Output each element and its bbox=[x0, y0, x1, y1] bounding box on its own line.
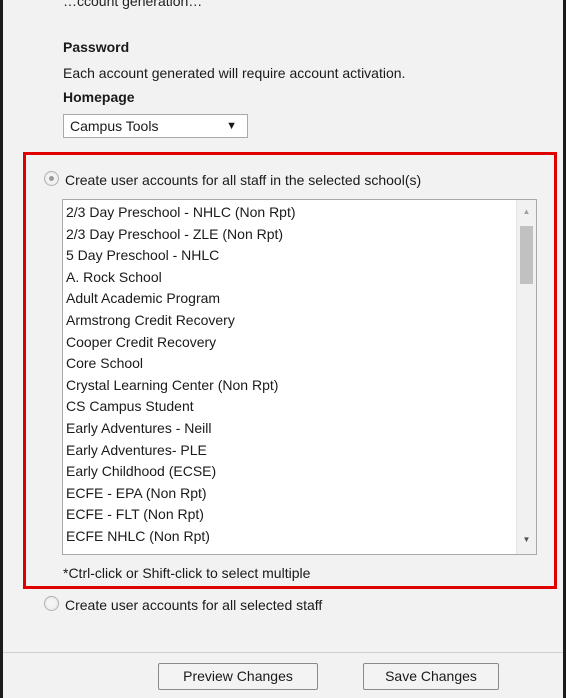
school-listbox[interactable]: 2/3 Day Preschool - NHLC (Non Rpt) 2/3 Da… bbox=[62, 199, 537, 555]
radio-selected-staff-label[interactable]: Create user accounts for all selected st… bbox=[65, 597, 322, 613]
list-item[interactable]: Cooper Credit Recovery bbox=[66, 332, 514, 354]
list-item[interactable]: ECFE - FLT (Non Rpt) bbox=[66, 504, 514, 526]
radio-staff-in-school-label[interactable]: Create user accounts for all staff in th… bbox=[65, 172, 421, 188]
list-item[interactable]: Early Childhood (ECSE) bbox=[66, 461, 514, 483]
list-item[interactable]: Early Adventures - Neill bbox=[66, 418, 514, 440]
password-label: Password bbox=[63, 39, 130, 55]
list-item[interactable]: A. Rock School bbox=[66, 267, 514, 289]
list-item[interactable]: Adult Academic Program bbox=[66, 288, 514, 310]
homepage-select-value: Campus Tools bbox=[70, 118, 159, 134]
list-item[interactable]: Armstrong Credit Recovery bbox=[66, 310, 514, 332]
divider bbox=[3, 652, 563, 653]
save-changes-button[interactable]: Save Changes bbox=[363, 663, 499, 690]
multi-select-hint: *Ctrl-click or Shift-click to select mul… bbox=[63, 565, 311, 581]
account-generation-panel: …ccount generation… Password Each accoun… bbox=[0, 0, 566, 698]
list-item[interactable]: Crystal Learning Center (Non Rpt) bbox=[66, 375, 514, 397]
preview-changes-button[interactable]: Preview Changes bbox=[158, 663, 318, 690]
dropdown-arrow-icon: ▼ bbox=[226, 120, 237, 132]
listbox-scrollbar[interactable]: ▲ ▼ bbox=[516, 200, 536, 554]
school-list: 2/3 Day Preschool - NHLC (Non Rpt) 2/3 Da… bbox=[66, 202, 514, 548]
list-item[interactable]: 5 Day Preschool - NHLC bbox=[66, 245, 514, 267]
list-item[interactable]: 2/3 Day Preschool - ZLE (Non Rpt) bbox=[66, 224, 514, 246]
list-item[interactable]: 2/3 Day Preschool - NHLC (Non Rpt) bbox=[66, 202, 514, 224]
list-item[interactable]: ECFE - EPA (Non Rpt) bbox=[66, 483, 514, 505]
list-item[interactable]: Early Adventures- PLE bbox=[66, 440, 514, 462]
list-item[interactable]: CS Campus Student bbox=[66, 396, 514, 418]
homepage-label: Homepage bbox=[63, 89, 135, 105]
homepage-select[interactable]: Campus Tools ▼ bbox=[63, 114, 248, 138]
list-item[interactable]: Core School bbox=[66, 353, 514, 375]
radio-staff-in-school[interactable] bbox=[44, 171, 59, 186]
list-item[interactable]: ECFE NHLC (Non Rpt) bbox=[66, 526, 514, 548]
scroll-down-arrow-icon[interactable]: ▼ bbox=[517, 532, 536, 548]
scroll-up-arrow-icon[interactable]: ▲ bbox=[517, 204, 536, 220]
partial-top-text: …ccount generation… bbox=[63, 0, 203, 9]
radio-selected-staff[interactable] bbox=[44, 596, 59, 611]
scroll-thumb[interactable] bbox=[520, 226, 533, 284]
password-note: Each account generated will require acco… bbox=[63, 65, 406, 81]
